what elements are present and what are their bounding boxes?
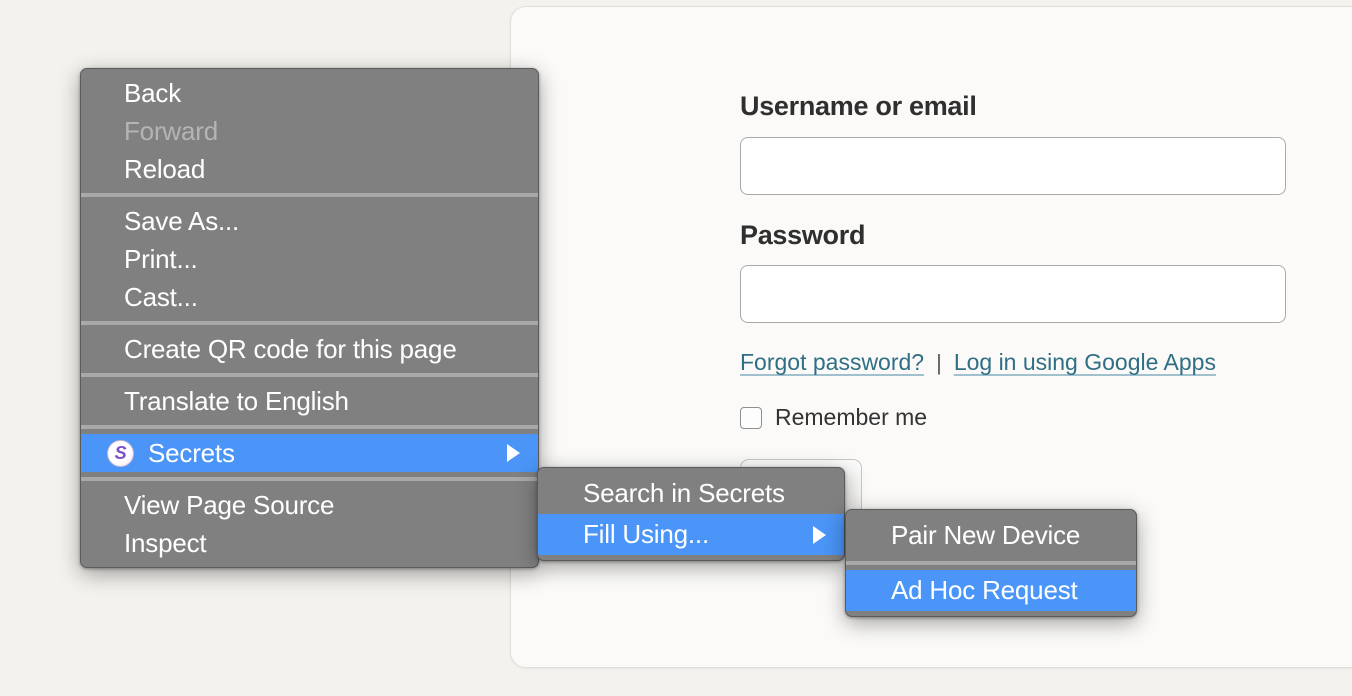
submenu-item-ad-hoc-request[interactable]: Ad Hoc Request	[846, 570, 1136, 611]
remember-me-row[interactable]: Remember me	[740, 404, 1286, 431]
menu-item-create-qr-code[interactable]: Create QR code for this page	[81, 330, 538, 368]
menu-separator	[81, 193, 538, 197]
browser-context-menu[interactable]: Back Forward Reload Save As... Print... …	[80, 68, 539, 568]
secrets-submenu[interactable]: Search in Secrets Fill Using...	[537, 467, 845, 561]
username-input[interactable]	[740, 137, 1286, 195]
menu-separator	[81, 425, 538, 429]
password-label: Password	[740, 221, 1286, 251]
menu-separator	[81, 321, 538, 325]
remember-me-label: Remember me	[775, 404, 927, 431]
form-links: Forgot password? | Log in using Google A…	[740, 349, 1286, 376]
chevron-right-icon	[813, 526, 826, 544]
secrets-app-icon: S	[107, 440, 134, 467]
remember-me-checkbox[interactable]	[740, 407, 762, 429]
chevron-right-icon	[507, 444, 520, 462]
menu-item-print[interactable]: Print...	[81, 240, 538, 278]
forgot-password-link[interactable]: Forgot password?	[740, 349, 924, 376]
login-form: Username or email Password Forgot passwo…	[740, 92, 1286, 517]
menu-item-forward: Forward	[81, 112, 538, 150]
menu-item-reload[interactable]: Reload	[81, 150, 538, 188]
submenu-item-pair-new-device[interactable]: Pair New Device	[846, 515, 1136, 556]
fill-using-submenu[interactable]: Pair New Device Ad Hoc Request	[845, 509, 1137, 617]
submenu-item-search-in-secrets[interactable]: Search in Secrets	[538, 473, 844, 514]
link-separator: |	[936, 350, 942, 376]
menu-separator	[81, 373, 538, 377]
menu-item-cast[interactable]: Cast...	[81, 278, 538, 316]
password-input[interactable]	[740, 265, 1286, 323]
google-apps-login-link[interactable]: Log in using Google Apps	[954, 349, 1216, 376]
menu-item-translate[interactable]: Translate to English	[81, 382, 538, 420]
menu-item-view-page-source[interactable]: View Page Source	[81, 486, 538, 524]
menu-separator	[81, 477, 538, 481]
menu-item-back[interactable]: Back	[81, 74, 538, 112]
menu-item-secrets[interactable]: S Secrets	[81, 434, 538, 472]
menu-item-save-as[interactable]: Save As...	[81, 202, 538, 240]
menu-separator	[846, 561, 1136, 565]
username-label: Username or email	[740, 92, 1286, 122]
menu-item-inspect[interactable]: Inspect	[81, 524, 538, 562]
submenu-item-fill-using[interactable]: Fill Using...	[538, 514, 844, 555]
